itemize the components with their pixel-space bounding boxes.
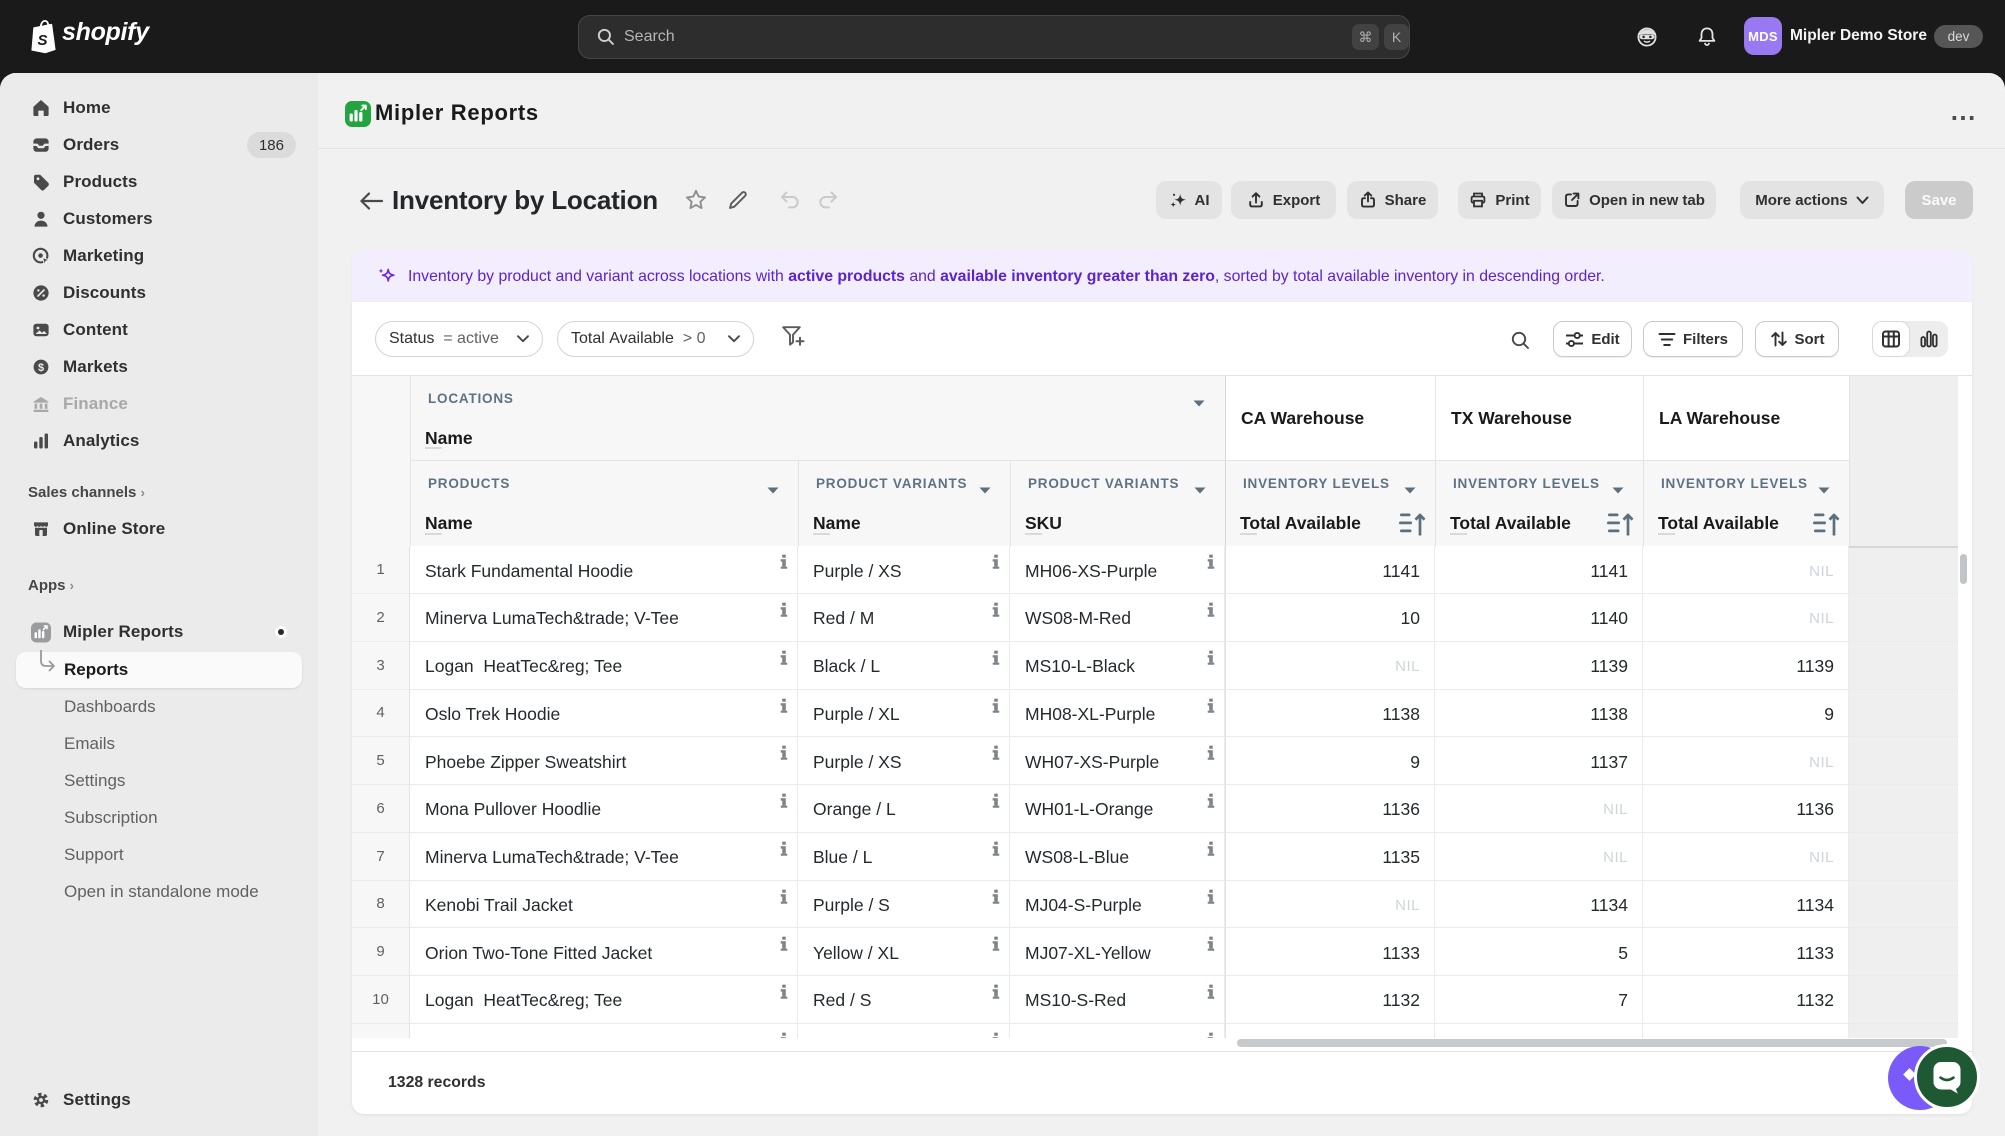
svg-text:S: S <box>38 32 48 49</box>
svg-text:$: $ <box>38 362 44 374</box>
